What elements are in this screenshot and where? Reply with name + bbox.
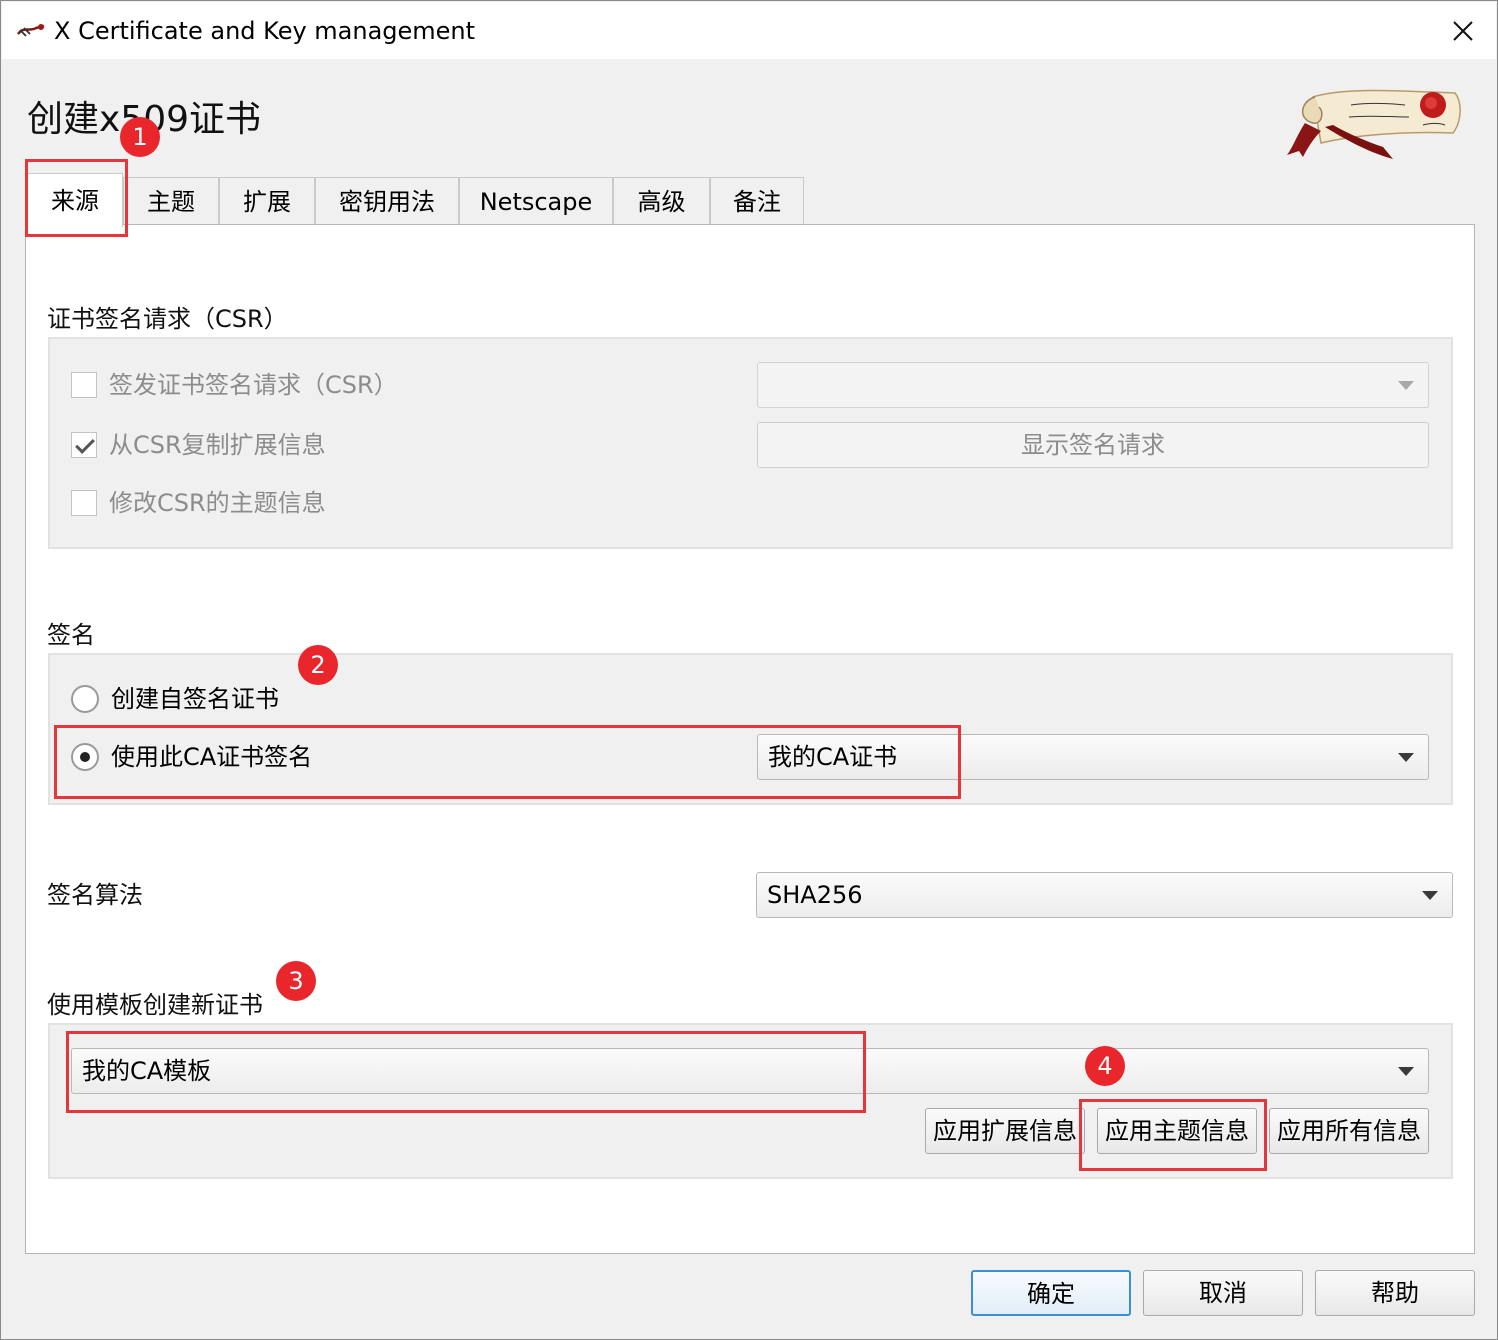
tab-extensions[interactable]: 扩展: [219, 177, 315, 225]
annotation-marker-2: 2: [298, 645, 338, 685]
signing-section-label: 签名: [47, 621, 95, 649]
tab-source[interactable]: 来源: [27, 173, 123, 227]
tab-advanced[interactable]: 高级: [613, 177, 710, 225]
modify-subject-label: 修改CSR的主题信息: [109, 489, 326, 517]
sign-csr-option[interactable]: 签发证书签名请求（CSR）: [71, 369, 631, 401]
template-groupbox: [48, 1023, 1453, 1179]
modify-subject-option[interactable]: 修改CSR的主题信息: [71, 487, 631, 519]
sign-csr-checkbox[interactable]: [71, 372, 97, 398]
template-section-label: 使用模板创建新证书: [47, 991, 263, 1019]
tab-subject[interactable]: 主题: [123, 177, 219, 225]
csr-select[interactable]: [757, 362, 1429, 408]
tab-comment[interactable]: 备注: [710, 177, 804, 225]
csr-section-label: 证书签名请求（CSR）: [47, 305, 288, 333]
template-select[interactable]: 我的CA模板: [71, 1048, 1429, 1094]
ca-certificate-value: 我的CA证书: [768, 743, 898, 771]
self-signed-option[interactable]: 创建自签名证书: [71, 683, 491, 715]
chevron-down-icon: [1398, 381, 1414, 390]
tab-netscape[interactable]: Netscape: [459, 177, 613, 225]
algorithm-label: 签名算法: [47, 881, 143, 909]
annotation-marker-4: 4: [1085, 1046, 1125, 1086]
apply-all-button[interactable]: 应用所有信息: [1269, 1108, 1429, 1154]
chevron-down-icon: [1398, 1067, 1414, 1076]
sign-csr-label: 签发证书签名请求（CSR）: [109, 371, 398, 399]
algorithm-select[interactable]: SHA256: [756, 872, 1453, 918]
title-bar: X Certificate and Key management: [2, 2, 1496, 59]
annotation-marker-1: 1: [120, 117, 160, 157]
window-title: X Certificate and Key management: [54, 17, 476, 45]
cancel-button[interactable]: 取消: [1143, 1270, 1303, 1316]
annotation-marker-3: 3: [276, 961, 316, 1001]
close-icon: [1453, 21, 1473, 41]
use-ca-option[interactable]: 使用此CA证书签名: [71, 741, 491, 773]
chevron-down-icon: [1398, 753, 1414, 762]
dialog-window: X Certificate and Key management 创建x509证…: [0, 0, 1498, 1340]
ca-certificate-select[interactable]: 我的CA证书: [757, 734, 1429, 780]
scroll-rose-logo: [1285, 83, 1465, 163]
apply-extensions-button[interactable]: 应用扩展信息: [925, 1108, 1085, 1154]
xca-icon: [16, 20, 46, 40]
copy-extensions-option[interactable]: 从CSR复制扩展信息: [71, 429, 631, 461]
signing-groupbox: [48, 653, 1453, 805]
copy-extensions-checkbox[interactable]: [71, 432, 97, 458]
modify-subject-checkbox[interactable]: [71, 490, 97, 516]
use-ca-label: 使用此CA证书签名: [111, 743, 313, 771]
self-signed-radio[interactable]: [71, 685, 99, 713]
ok-button[interactable]: 确定: [971, 1270, 1131, 1316]
algorithm-value: SHA256: [767, 881, 863, 909]
help-button[interactable]: 帮助: [1315, 1270, 1475, 1316]
template-value: 我的CA模板: [82, 1057, 212, 1085]
show-request-button[interactable]: 显示签名请求: [757, 422, 1429, 468]
tab-key-usage[interactable]: 密钥用法: [315, 177, 459, 225]
copy-extensions-label: 从CSR复制扩展信息: [109, 431, 326, 459]
close-button[interactable]: [1440, 8, 1486, 54]
use-ca-radio[interactable]: [71, 743, 99, 771]
self-signed-label: 创建自签名证书: [111, 685, 279, 713]
chevron-down-icon: [1422, 891, 1438, 900]
apply-subject-button[interactable]: 应用主题信息: [1097, 1108, 1257, 1154]
